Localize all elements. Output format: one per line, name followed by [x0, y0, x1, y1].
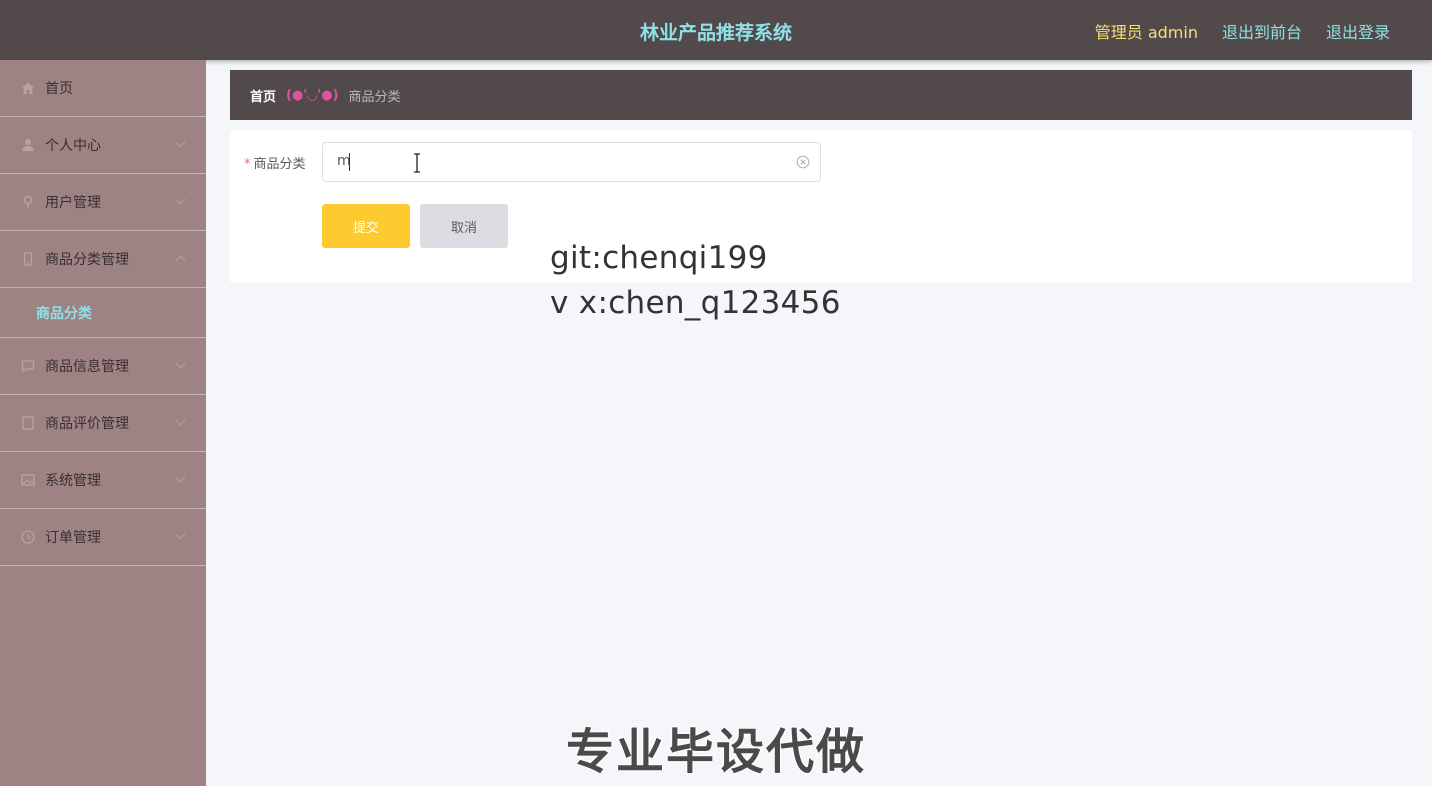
sidebar-item-label: 首页: [45, 81, 73, 97]
phone-icon: [20, 251, 36, 267]
breadcrumb-current: 商品分类: [348, 89, 401, 105]
category-form: * 商品分类 m 提交 取消: [230, 130, 1412, 282]
sidebar-item-personal-center[interactable]: 个人中心: [0, 117, 206, 174]
doc-icon: [20, 415, 36, 431]
sidebar-item-label: 订单管理: [45, 530, 101, 546]
breadcrumb-home[interactable]: 首页: [250, 86, 276, 105]
sidebar-item-label: 个人中心: [45, 138, 101, 154]
chat-icon: [20, 358, 36, 374]
sidebar-item-label: 系统管理: [45, 473, 101, 489]
breadcrumb-separator: (●'◡'●): [286, 87, 339, 103]
watermark-contact: v x:chen_q123456: [550, 285, 841, 321]
sidebar-item-category-management[interactable]: 商品分类管理: [0, 231, 206, 288]
sidebar-item-product-info-management[interactable]: 商品信息管理: [0, 338, 206, 395]
sidebar-item-system-management[interactable]: 系统管理: [0, 452, 206, 509]
top-bar: 林业产品推荐系统 管理员 admin 退出到前台 退出登录: [0, 0, 1432, 60]
i-beam-cursor-icon: [414, 153, 420, 173]
chevron-down-icon: [175, 472, 186, 483]
sidebar-item-label: 商品分类管理: [45, 252, 129, 268]
logout-link[interactable]: 退出登录: [1326, 19, 1390, 43]
top-links: 管理员 admin 退出到前台 退出登录: [1095, 19, 1390, 43]
chevron-up-icon: [175, 255, 186, 266]
category-input[interactable]: m: [322, 142, 821, 182]
submit-button[interactable]: 提交: [322, 204, 410, 248]
watermark-git: git:chenqi199: [550, 240, 768, 276]
breadcrumb: 首页 (●'◡'●) 商品分类: [230, 70, 1412, 120]
sidebar: 首页 个人中心 用户管理 商品分类管理 商品分类 商品信息管理 商品评价管理 系…: [0, 60, 206, 786]
sidebar-item-label: 商品评价管理: [45, 416, 129, 432]
exit-to-frontend-link[interactable]: 退出到前台: [1222, 19, 1302, 43]
admin-label: 管理员 admin: [1094, 23, 1198, 42]
category-field-label: * 商品分类: [244, 153, 306, 172]
chevron-down-icon: [175, 358, 186, 369]
category-label-text: 商品分类: [253, 157, 306, 172]
chevron-down-icon: [175, 415, 186, 426]
clock-icon: [20, 529, 36, 545]
sidebar-item-order-management[interactable]: 订单管理: [0, 509, 206, 566]
user-icon: [20, 137, 36, 153]
sidebar-item-label: 用户管理: [45, 195, 101, 211]
pin-icon: [20, 194, 36, 210]
sidebar-item-user-management[interactable]: 用户管理: [0, 174, 206, 231]
sidebar-item-home[interactable]: 首页: [0, 60, 206, 117]
video-caption: 专业毕设代做: [565, 723, 866, 781]
sidebar-subitem-category[interactable]: 商品分类: [0, 288, 206, 338]
clear-icon[interactable]: [796, 155, 810, 169]
chevron-down-icon: [175, 529, 186, 540]
sidebar-item-review-management[interactable]: 商品评价管理: [0, 395, 206, 452]
image-icon: [20, 472, 36, 488]
home-icon: [20, 80, 36, 96]
chevron-down-icon: [175, 137, 186, 148]
required-mark: *: [244, 157, 251, 172]
chevron-down-icon: [175, 194, 186, 205]
cancel-button[interactable]: 取消: [420, 204, 508, 248]
text-caret: [349, 153, 350, 171]
sidebar-item-label: 商品信息管理: [45, 359, 129, 375]
